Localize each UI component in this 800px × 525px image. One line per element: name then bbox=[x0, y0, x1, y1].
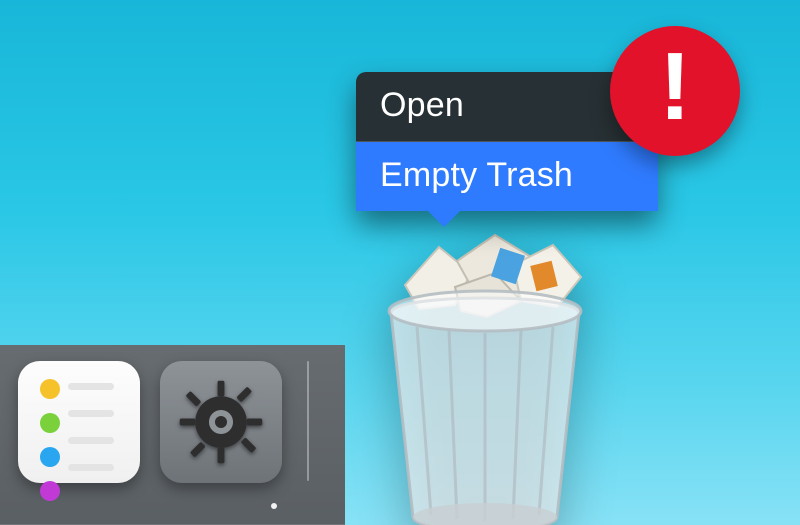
menu-pointer-icon bbox=[426, 209, 462, 227]
gear-icon bbox=[160, 361, 282, 483]
menu-item-empty-trash[interactable]: Empty Trash bbox=[356, 142, 658, 211]
dock-divider bbox=[307, 361, 309, 481]
dock-app-system-preferences[interactable] bbox=[160, 361, 282, 483]
desktop-background: Open Empty Trash ! bbox=[0, 0, 800, 525]
alert-badge: ! bbox=[610, 26, 740, 156]
dock-app-reminders[interactable] bbox=[18, 361, 140, 483]
dock bbox=[0, 345, 345, 525]
dock-running-indicator bbox=[271, 503, 277, 509]
reminders-icon bbox=[40, 379, 60, 501]
dock-trash[interactable] bbox=[345, 217, 625, 525]
trash-icon bbox=[345, 217, 625, 525]
exclamation-icon: ! bbox=[659, 39, 691, 135]
